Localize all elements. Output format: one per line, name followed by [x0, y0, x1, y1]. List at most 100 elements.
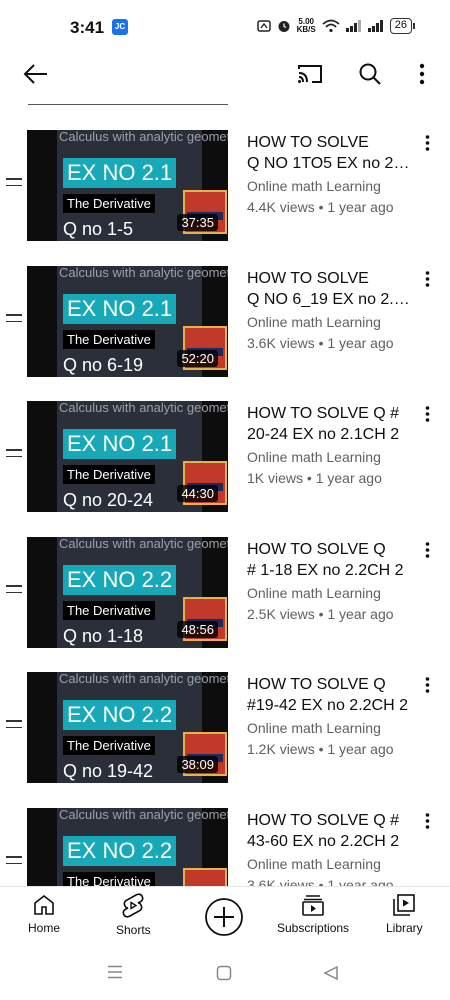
video-duration: 38:09 [177, 756, 218, 773]
thumbnail-subtitle: Calculus with analytic geometry [59, 672, 228, 686]
video-thumbnail[interactable]: Calculus with analytic geometry EX NO 2.… [27, 537, 228, 648]
video-more-button[interactable] [416, 674, 438, 696]
more-vert-icon [425, 271, 429, 287]
plus-circle-icon [205, 898, 243, 936]
home-system-button[interactable] [216, 965, 232, 986]
video-title-line-2: Q NO 6_19 EX no 2.1CH 2 [247, 291, 412, 308]
more-vert-icon [425, 135, 429, 151]
video-more-button[interactable] [416, 403, 438, 425]
thumbnail-topic-label: The Derivative [63, 330, 155, 349]
nfc-icon [256, 20, 271, 32]
library-icon [393, 894, 416, 916]
video-metadata: 3.6K views • 1 year ago [247, 335, 394, 351]
thumbnail-subtitle: Calculus with analytic geometry [59, 401, 228, 415]
video-title-line-1: HOW TO SOLVE Q # [247, 405, 400, 422]
thumbnail-question-range: Q no 19-42 [63, 761, 154, 781]
video-more-button[interactable] [416, 810, 438, 832]
more-vert-icon [425, 677, 429, 693]
video-title-line-2: # 1-18 EX no 2.2CH 2 [247, 562, 404, 579]
bottom-navigation: Home Shorts Subscriptions Library [0, 886, 450, 946]
drag-handle-icon[interactable] [6, 314, 22, 324]
network-speed-unit: KB/S [296, 25, 316, 34]
back-system-button[interactable] [323, 965, 339, 986]
video-thumbnail[interactable]: Calculus with analytic geometry EX NO 2.… [27, 672, 228, 783]
thumbnail-subtitle: Calculus with analytic geometry [59, 130, 228, 144]
drag-handle-icon[interactable] [6, 585, 22, 595]
battery-indicator: 26 [389, 18, 416, 34]
video-title-line-1: HOW TO SOLVE Q [247, 541, 386, 558]
video-title-line-1: HOW TO SOLVE [247, 270, 369, 287]
more-vert-icon [425, 813, 429, 829]
nav-shorts[interactable]: Shorts [116, 893, 151, 937]
nav-subscriptions[interactable]: Subscriptions [277, 893, 349, 935]
nav-library[interactable]: Library [386, 893, 423, 935]
thumbnail-topic-label: The Derivative [63, 194, 155, 213]
subscriptions-icon [302, 895, 324, 916]
video-metadata: 1K views • 1 year ago [247, 470, 382, 486]
video-title-line-1: HOW TO SOLVE [247, 134, 369, 151]
wifi-icon [322, 19, 340, 33]
cast-icon [298, 65, 322, 83]
video-metadata: 1.2K views • 1 year ago [247, 741, 394, 757]
more-vert-icon [425, 542, 429, 558]
search-icon [359, 63, 381, 85]
channel-name[interactable]: Online math Learning [247, 720, 381, 736]
thumbnail-exercise-label: EX NO 2.2 [63, 565, 177, 595]
video-more-button[interactable] [416, 132, 438, 154]
square-icon [216, 965, 232, 981]
thumbnail-question-range: Q no 6-19 [63, 355, 144, 375]
video-list-item[interactable]: Calculus with analytic geometry EX NO 2.… [0, 537, 450, 649]
channel-name[interactable]: Online math Learning [247, 314, 381, 330]
drag-handle-icon[interactable] [6, 178, 22, 188]
channel-name[interactable]: Online math Learning [247, 585, 381, 601]
thumbnail-exercise-label: EX NO 2.1 [63, 294, 177, 324]
drag-handle-icon[interactable] [6, 720, 22, 730]
video-duration: 48:56 [177, 621, 218, 638]
video-list-item[interactable]: Calculus with analytic geometry EX NO 2.… [0, 401, 450, 513]
channel-name[interactable]: Online math Learning [247, 856, 381, 872]
recents-button[interactable] [106, 965, 124, 984]
video-title-line-1: HOW TO SOLVE Q # [247, 812, 400, 829]
cast-button[interactable] [292, 56, 328, 92]
create-button[interactable] [204, 897, 244, 937]
thumbnail-subtitle: Calculus with analytic geometry [59, 537, 228, 551]
video-list-item[interactable]: Calculus with analytic geometry EX NO 2.… [0, 130, 450, 242]
app-notification-icon: JC [112, 19, 128, 35]
video-title[interactable]: HOW TO SOLVE Q # 1-18 EX no 2.2CH 2 [247, 539, 412, 581]
thumbnail-topic-label: The Derivative [63, 465, 155, 484]
video-title-line-1: HOW TO SOLVE Q [247, 676, 386, 693]
video-title[interactable]: HOW TO SOLVE Q #19-42 EX no 2.2CH 2 [247, 674, 412, 716]
channel-name[interactable]: Online math Learning [247, 449, 381, 465]
more-options-button[interactable] [404, 56, 440, 92]
video-title-line-2: 43-60 EX no 2.2CH 2 [247, 833, 400, 850]
video-duration: 37:35 [177, 214, 218, 231]
video-metadata: 4.4K views • 1 year ago [247, 199, 394, 215]
video-title[interactable]: HOW TO SOLVE Q NO 6_19 EX no 2.1CH 2 [247, 268, 412, 310]
triangle-back-icon [323, 965, 338, 981]
video-title[interactable]: HOW TO SOLVE Q # 43-60 EX no 2.2CH 2 [247, 810, 412, 852]
drag-handle-icon[interactable] [6, 449, 22, 459]
video-thumbnail[interactable]: Calculus with analytic geometry EX NO 2.… [27, 130, 228, 241]
more-vert-icon [425, 406, 429, 422]
thumbnail-exercise-label: EX NO 2.1 [63, 429, 177, 459]
video-title[interactable]: HOW TO SOLVE Q # 20-24 EX no 2.1CH 2 [247, 403, 412, 445]
video-more-button[interactable] [416, 539, 438, 561]
drag-handle-icon[interactable] [6, 856, 22, 866]
thumbnail-exercise-label: EX NO 2.1 [63, 158, 177, 188]
video-duration: 44:30 [177, 485, 218, 502]
thumbnail-subtitle: Calculus with analytic geometry [59, 808, 228, 822]
video-list-item[interactable]: Calculus with analytic geometry EX NO 2.… [0, 672, 450, 784]
video-more-button[interactable] [416, 268, 438, 290]
video-metadata: 2.5K views • 1 year ago [247, 606, 394, 622]
video-thumbnail[interactable]: Calculus with analytic geometry EX NO 2.… [27, 266, 228, 377]
search-button[interactable] [352, 56, 388, 92]
app-bar [0, 56, 450, 96]
video-thumbnail[interactable]: Calculus with analytic geometry EX NO 2.… [27, 401, 228, 512]
video-title[interactable]: HOW TO SOLVE Q NO 1TO5 EX no 2.1CH 2 [247, 132, 412, 174]
video-list-item[interactable]: Calculus with analytic geometry EX NO 2.… [0, 266, 450, 378]
thumbnail-exercise-label: EX NO 2.2 [63, 836, 177, 866]
back-button[interactable] [18, 56, 54, 92]
video-title-line-2: Q NO 1TO5 EX no 2.1CH 2 [247, 155, 412, 172]
nav-home[interactable]: Home [28, 893, 60, 935]
channel-name[interactable]: Online math Learning [247, 178, 381, 194]
